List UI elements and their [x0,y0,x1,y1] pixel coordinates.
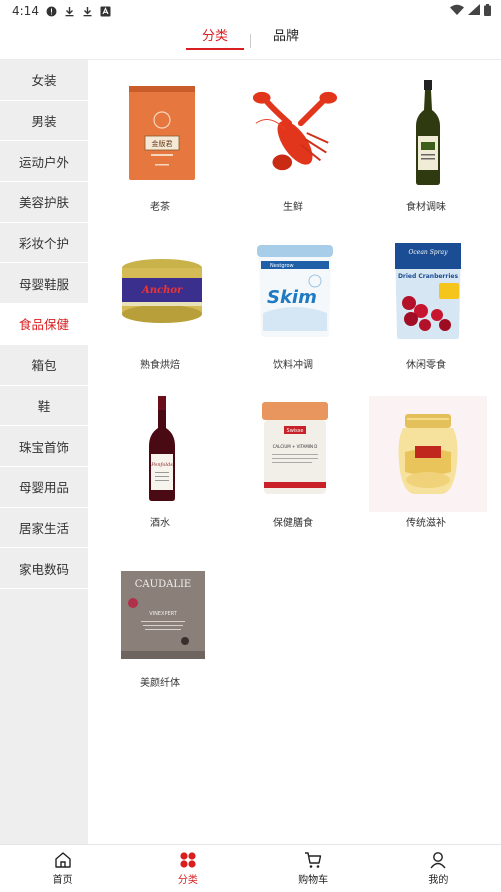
beauty-name-text: VINEXPERT [149,611,178,617]
alert-icon [46,6,57,17]
download-icon [64,6,75,17]
home-icon [54,852,71,868]
signal-icon [468,4,480,18]
top-tabs: 分类 品牌 [0,22,501,60]
beauty-brand-text: CAUDALIE [135,579,191,590]
product-tile[interactable]: Swisse CALCIUM + VITAMIN D 保健膳食 [228,376,358,529]
product-label: 饮料冲调 [273,360,313,371]
nav-cart-label: 购物车 [298,875,329,886]
cart-icon [305,852,322,868]
cranberry-brand-text: Ocean Spray [409,249,449,256]
sidebar-item-womens[interactable]: 女装 [0,60,88,101]
wine-brand-text: Penfolds [150,462,173,468]
bottom-nav: 首页 分类 购物车 我的 [0,844,501,892]
tab-divider [250,33,251,48]
product-label: 生鲜 [283,202,303,213]
status-time: 4:14 [12,4,39,18]
product-tile[interactable]: Ocean Spray Dried Cranberries ORIGINAL 休… [361,218,491,371]
sidebar-item-electronics[interactable]: 家电数码 [0,548,88,589]
beauty-supplement-box-image: CAUDALIE VINEXPERT [121,570,205,660]
supplement-brand-text: Swisse [287,428,304,434]
sidebar-item-bags[interactable]: 箱包 [0,345,88,386]
supplement-name-text: CALCIUM + VITAMIN D [273,444,318,449]
wifi-icon [450,4,464,18]
product-tile[interactable]: CAUDALIE VINEXPERT 美颜纤体 [95,536,225,689]
product-label: 传统滋补 [406,518,446,529]
product-grid: 金版君 老茶 生鲜 食材调味 Anchor 熟食烘焙 Nestgrow Skim… [88,60,501,844]
olive-oil-bottle-image [383,78,473,188]
nav-category[interactable]: 分类 [125,845,250,892]
sidebar-item-sports[interactable]: 运动户外 [0,141,88,183]
product-tile[interactable]: 食材调味 [361,60,491,213]
sidebar-item-home[interactable]: 居家生活 [0,508,88,549]
nav-cart[interactable]: 购物车 [251,845,376,892]
nav-home[interactable]: 首页 [0,845,125,892]
birds-nest-jar-image [369,396,487,512]
profile-icon [430,852,446,869]
nav-category-label: 分类 [177,875,198,886]
category-sidebar: 女装 男装 运动户外 美容护肤 彩妆个护 母婴鞋服 食品保健 箱包 鞋 珠宝首饰… [0,60,88,844]
product-label: 熟食烘焙 [140,360,180,371]
product-label: 休闲零食 [406,360,446,371]
status-bar: 4:14 [0,0,501,22]
nav-home-label: 首页 [52,875,73,886]
product-label: 食材调味 [406,202,446,213]
nav-profile-label: 我的 [428,875,449,886]
battery-icon [484,3,491,19]
product-tile[interactable]: Anchor 熟食烘焙 [95,218,225,371]
app-icon [100,6,111,17]
tea-brand-text: 金版君 [152,139,173,148]
product-tile[interactable]: 传统滋补 [361,376,491,529]
sidebar-item-baby-apparel[interactable]: 母婴鞋服 [0,263,88,305]
product-label: 老茶 [150,202,170,213]
product-label: 酒水 [150,518,170,529]
butter-tin-image: Anchor [117,236,207,346]
sidebar-item-makeup[interactable]: 彩妆个护 [0,223,88,264]
tab-category[interactable]: 分类 [184,22,246,60]
sidebar-item-skincare[interactable]: 美容护肤 [0,182,88,223]
category-icon [180,852,196,868]
nav-profile[interactable]: 我的 [376,845,501,892]
milk-maker-text: Nestgrow [270,263,294,269]
download-icon [82,6,93,17]
supplement-jar-image: Swisse CALCIUM + VITAMIN D [250,394,340,504]
lobster-image [250,78,340,188]
milk-powder-tub-image: Nestgrow Skim [250,236,340,346]
product-label: 美颜纤体 [140,678,180,689]
product-label: 保健膳食 [273,518,313,529]
cranberry-name-text: Dried Cranberries [398,273,459,280]
product-tile[interactable]: 金版君 老茶 [95,60,225,213]
butter-brand-text: Anchor [141,285,183,296]
sidebar-item-food[interactable]: 食品保健 [0,304,88,345]
product-tile[interactable]: 生鲜 [228,60,358,213]
tab-brand[interactable]: 品牌 [255,22,317,60]
sidebar-item-mens[interactable]: 男装 [0,101,88,142]
tea-tin-image: 金版君 [117,78,207,188]
cranberries-bag-image: Ocean Spray Dried Cranberries ORIGINAL [383,236,473,346]
wine-bottle-image: Penfolds [117,394,207,504]
product-tile[interactable]: Nestgrow Skim 饮料冲调 [228,218,358,371]
product-tile[interactable]: Penfolds 酒水 [95,376,225,529]
sidebar-item-shoes[interactable]: 鞋 [0,386,88,427]
milk-brand-text: Skim [267,287,317,308]
sidebar-item-jewelry[interactable]: 珠宝首饰 [0,426,88,467]
sidebar-item-baby-goods[interactable]: 母婴用品 [0,467,88,508]
